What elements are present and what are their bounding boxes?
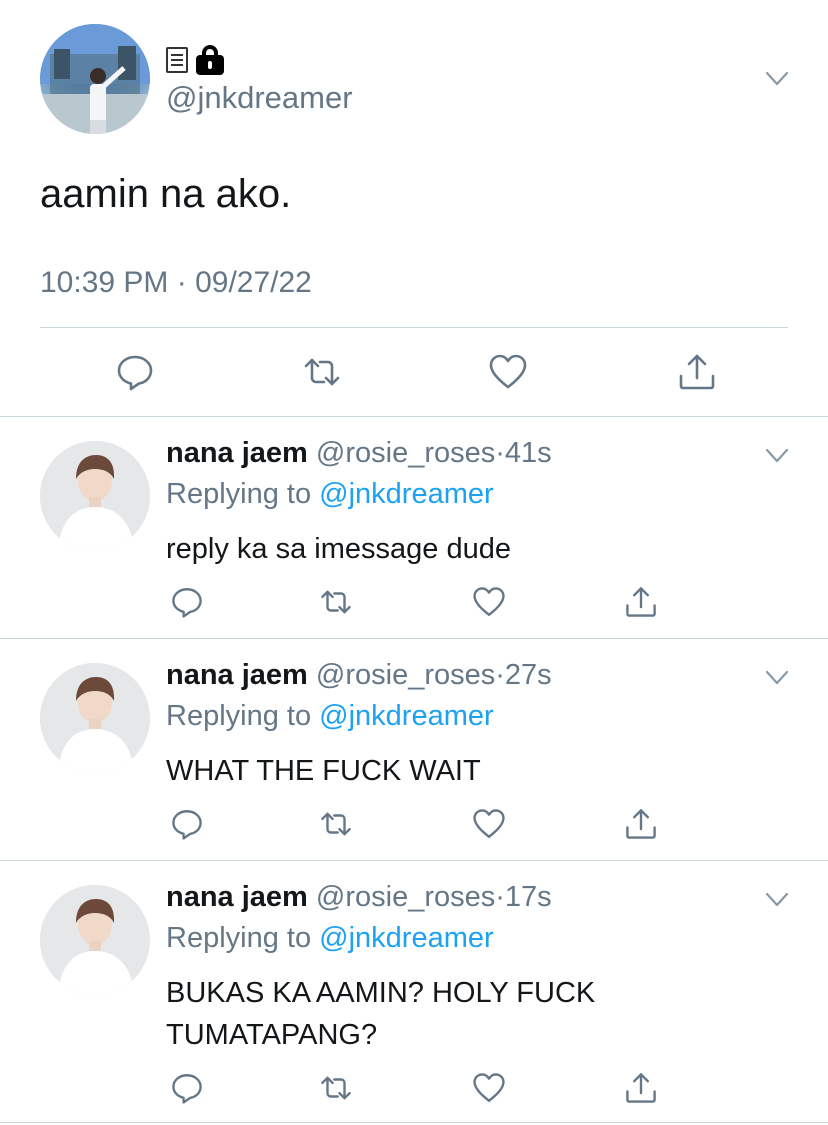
share-icon[interactable] [624, 1071, 658, 1105]
chevron-down-icon[interactable] [766, 72, 788, 86]
display-name[interactable]: nana jaem [166, 881, 308, 913]
reply-icon[interactable] [170, 807, 204, 841]
reply-header: nana jaem @rosie_roses·17s [166, 881, 552, 914]
replying-to-link[interactable]: @jnkdreamer [319, 700, 494, 732]
reply-icon[interactable] [170, 585, 204, 619]
retweet-icon[interactable] [319, 807, 353, 841]
user-handle[interactable]: @rosie_roses [316, 881, 495, 913]
name-row [166, 44, 224, 76]
reply-time: 41s [504, 437, 552, 469]
divider [0, 1122, 828, 1123]
reply-tweet[interactable]: nana jaem @rosie_roses·41s Replying to @… [0, 417, 828, 639]
replying-label: Replying to [166, 922, 312, 954]
chevron-down-icon[interactable] [766, 893, 788, 907]
chevron-down-icon[interactable] [766, 671, 788, 685]
reply-time: 17s [504, 881, 552, 913]
display-name[interactable]: nana jaem [166, 437, 308, 469]
main-tweet: @jnkdreamer aamin na ako. 10:39 PM · 09/… [0, 0, 828, 417]
share-icon[interactable] [624, 585, 658, 619]
user-handle[interactable]: @rosie_roses [316, 659, 495, 691]
reply-text: WHAT THE FUCK WAIT [166, 755, 481, 787]
reply-actions [0, 585, 828, 621]
divider [40, 327, 788, 328]
tweet-timestamp[interactable]: 10:39 PM · 09/27/22 [40, 266, 312, 300]
retweet-icon[interactable] [319, 1071, 353, 1105]
share-icon[interactable] [677, 352, 717, 392]
display-name[interactable]: nana jaem [166, 659, 308, 691]
reply-text: BUKAS KA AAMIN? HOLY FUCK TUMATAPANG? [166, 977, 596, 1051]
retweet-icon[interactable] [302, 352, 342, 392]
user-handle[interactable]: @rosie_roses [316, 437, 495, 469]
reply-icon[interactable] [170, 1071, 204, 1105]
avatar[interactable] [40, 663, 150, 773]
heart-icon[interactable] [472, 807, 506, 841]
replying-label: Replying to [166, 478, 312, 510]
chevron-down-icon[interactable] [766, 449, 788, 463]
replying-to: Replying to @jnkdreamer [166, 922, 494, 955]
lock-icon [196, 45, 224, 75]
avatar-image [40, 24, 150, 134]
retweet-icon[interactable] [319, 585, 353, 619]
main-handle[interactable]: @jnkdreamer [166, 80, 353, 116]
heart-icon[interactable] [488, 352, 528, 392]
heart-icon[interactable] [472, 1071, 506, 1105]
separator-dot: · [495, 437, 505, 469]
tweet-actions [0, 352, 828, 394]
replying-label: Replying to [166, 700, 312, 732]
reply-actions [0, 807, 828, 843]
reply-time: 27s [504, 659, 552, 691]
replying-to-link[interactable]: @jnkdreamer [319, 922, 494, 954]
replying-to-link[interactable]: @jnkdreamer [319, 478, 494, 510]
reply-icon[interactable] [115, 352, 155, 392]
heart-icon[interactable] [472, 585, 506, 619]
avatar-image [40, 663, 150, 773]
replying-to: Replying to @jnkdreamer [166, 700, 494, 733]
reply-tweet[interactable]: nana jaem @rosie_roses·27s Replying to @… [0, 639, 828, 861]
avatar[interactable] [40, 24, 150, 134]
tweet-text: aamin na ako. [40, 172, 292, 216]
share-icon[interactable] [624, 807, 658, 841]
avatar[interactable] [40, 885, 150, 995]
separator-dot: · [495, 659, 505, 691]
reply-actions [0, 1071, 828, 1107]
avatar-image [40, 885, 150, 995]
avatar-image [40, 441, 150, 551]
replying-to: Replying to @jnkdreamer [166, 478, 494, 511]
avatar[interactable] [40, 441, 150, 551]
reply-header: nana jaem @rosie_roses·27s [166, 659, 552, 692]
separator-dot: · [495, 881, 505, 913]
reply-tweet[interactable]: nana jaem @rosie_roses·17s Replying to @… [0, 861, 828, 1125]
reply-text: reply ka sa imessage dude [166, 533, 511, 565]
scroll-icon [166, 47, 188, 73]
reply-header: nana jaem @rosie_roses·41s [166, 437, 552, 470]
